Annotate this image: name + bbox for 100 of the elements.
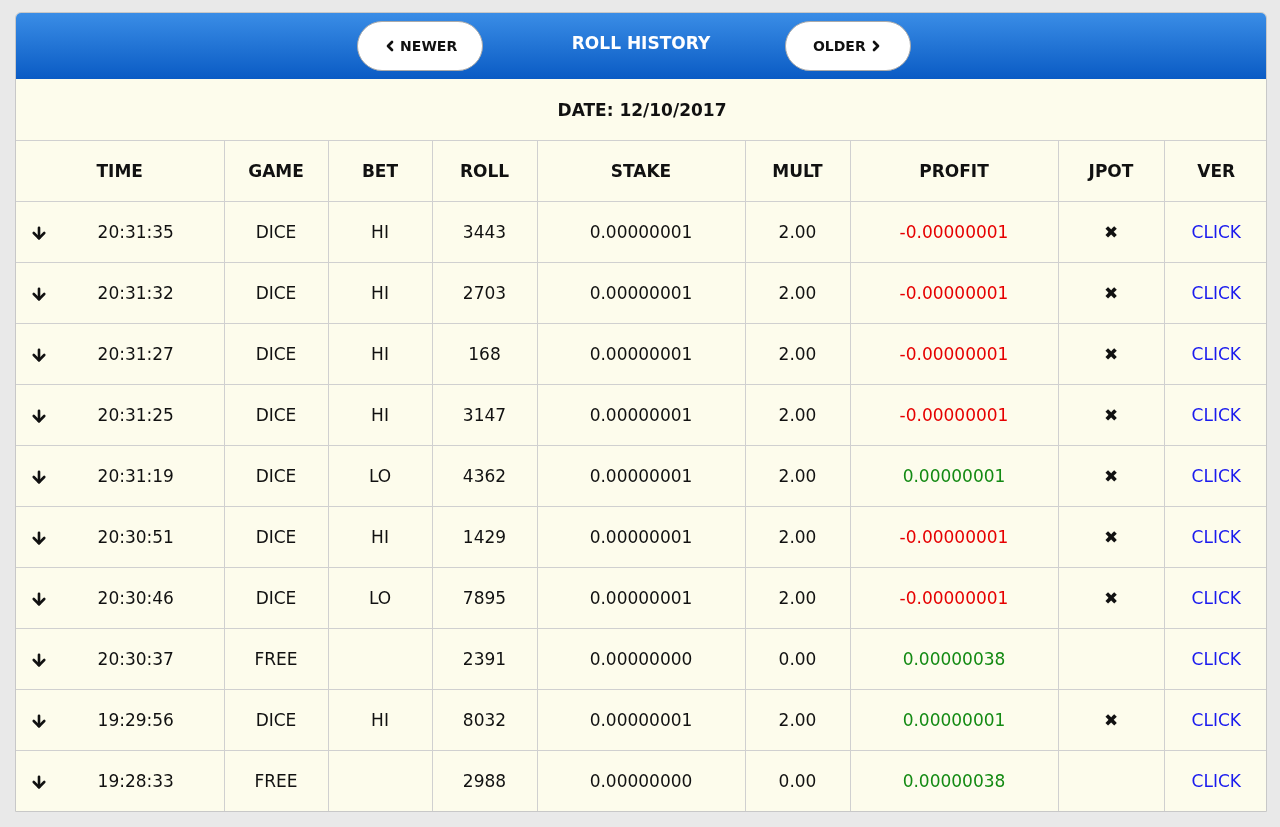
column-header: JPOT	[1058, 140, 1164, 202]
arrow-down-icon[interactable]	[30, 285, 48, 303]
mult-cell: 0.00	[745, 628, 850, 690]
time-cell: 19:29:56	[16, 689, 224, 751]
click-link[interactable]: CLICK	[1191, 588, 1241, 608]
game-cell: DICE	[224, 445, 328, 507]
roll-cell: 2703	[432, 262, 537, 324]
game-cell: DICE	[224, 384, 328, 446]
jackpot-cell: ✖	[1058, 384, 1164, 446]
roll-cell: 2391	[432, 628, 537, 690]
stake-cell: 0.00000001	[537, 445, 745, 507]
page-title: ROLL HISTORY	[571, 33, 711, 53]
click-link[interactable]: CLICK	[1191, 344, 1241, 364]
bet-cell: LO	[328, 445, 432, 507]
game-cell: DICE	[224, 262, 328, 324]
bet-cell: HI	[328, 506, 432, 568]
older-button[interactable]: OLDER	[785, 21, 912, 71]
game-cell: DICE	[224, 323, 328, 385]
stake-cell: 0.00000001	[537, 384, 745, 446]
newer-button[interactable]: NEWER	[356, 21, 483, 71]
roll-cell: 3443	[432, 201, 537, 263]
stake-cell: 0.00000000	[537, 628, 745, 690]
mult-cell: 2.00	[745, 262, 850, 324]
profit-cell: -0.00000001	[850, 323, 1058, 385]
column-header: ROLL	[432, 140, 537, 202]
roll-cell: 3147	[432, 384, 537, 446]
time-cell: 20:31:32	[16, 262, 224, 324]
mult-cell: 2.00	[745, 567, 850, 629]
mult-cell: 2.00	[745, 445, 850, 507]
arrow-down-icon[interactable]	[30, 651, 48, 669]
arrow-down-icon[interactable]	[30, 468, 48, 486]
jackpot-cell: ✖	[1058, 506, 1164, 568]
click-link[interactable]: CLICK	[1191, 527, 1241, 547]
stake-cell: 0.00000001	[537, 262, 745, 324]
game-cell: DICE	[224, 689, 328, 751]
time-cell: 20:30:51	[16, 506, 224, 568]
arrow-down-icon[interactable]	[30, 346, 48, 364]
time-cell: 20:31:27	[16, 323, 224, 385]
stake-cell: 0.00000001	[537, 201, 745, 263]
stake-cell: 0.00000001	[537, 506, 745, 568]
click-link[interactable]: CLICK	[1191, 283, 1241, 303]
time-cell: 20:30:37	[16, 628, 224, 690]
jackpot-cell: ✖	[1058, 445, 1164, 507]
mult-cell: 2.00	[745, 384, 850, 446]
bet-cell: HI	[328, 323, 432, 385]
time-cell: 20:31:35	[16, 201, 224, 263]
game-cell: DICE	[224, 201, 328, 263]
column-header: STAKE	[537, 140, 745, 202]
jackpot-cell: ✖	[1058, 689, 1164, 751]
mult-cell: 2.00	[745, 323, 850, 385]
bet-cell: HI	[328, 689, 432, 751]
profit-cell: -0.00000001	[850, 384, 1058, 446]
click-link[interactable]: CLICK	[1191, 771, 1241, 791]
click-link[interactable]: CLICK	[1191, 222, 1241, 242]
arrow-down-icon[interactable]	[30, 773, 48, 791]
stake-cell: 0.00000001	[537, 567, 745, 629]
bet-cell: HI	[328, 201, 432, 263]
profit-cell: 0.00000001	[850, 445, 1058, 507]
game-cell: DICE	[224, 506, 328, 568]
profit-cell: 0.00000038	[850, 628, 1058, 690]
bet-cell: HI	[328, 262, 432, 324]
column-header: GAME	[224, 140, 328, 202]
roll-cell: 7895	[432, 567, 537, 629]
column-header: MULT	[745, 140, 850, 202]
arrow-down-icon[interactable]	[30, 529, 48, 547]
stake-cell: 0.00000001	[537, 689, 745, 751]
jackpot-cell: ✖	[1058, 262, 1164, 324]
click-link[interactable]: CLICK	[1191, 649, 1241, 669]
roll-cell: 1429	[432, 506, 537, 568]
click-link[interactable]: CLICK	[1191, 710, 1241, 730]
roll-cell: 4362	[432, 445, 537, 507]
jackpot-cell: ✖	[1058, 323, 1164, 385]
time-cell: 20:31:25	[16, 384, 224, 446]
game-cell: FREE	[224, 628, 328, 690]
stake-cell: 0.00000001	[537, 323, 745, 385]
arrow-down-icon[interactable]	[30, 407, 48, 425]
column-header: BET	[328, 140, 432, 202]
roll-cell: 168	[432, 323, 537, 385]
profit-cell: -0.00000001	[850, 567, 1058, 629]
jackpot-cell: ✖	[1058, 567, 1164, 629]
roll-cell: 8032	[432, 689, 537, 751]
arrow-down-icon[interactable]	[30, 224, 48, 242]
column-header: TIME	[16, 140, 224, 202]
column-header: PROFIT	[850, 140, 1058, 202]
mult-cell: 2.00	[745, 689, 850, 751]
profit-cell: 0.00000001	[850, 689, 1058, 751]
profit-cell: -0.00000001	[850, 506, 1058, 568]
mult-cell: 2.00	[745, 201, 850, 263]
arrow-down-icon[interactable]	[30, 590, 48, 608]
click-link[interactable]: CLICK	[1191, 466, 1241, 486]
click-link[interactable]: CLICK	[1191, 405, 1241, 425]
time-cell: 19:28:33	[16, 750, 224, 811]
profit-cell: -0.00000001	[850, 262, 1058, 324]
mult-cell: 2.00	[745, 506, 850, 568]
arrow-down-icon[interactable]	[30, 712, 48, 730]
bet-cell: HI	[328, 384, 432, 446]
game-cell: DICE	[224, 567, 328, 629]
jackpot-cell: ✖	[1058, 201, 1164, 263]
bet-cell: LO	[328, 567, 432, 629]
profit-cell: -0.00000001	[850, 201, 1058, 263]
